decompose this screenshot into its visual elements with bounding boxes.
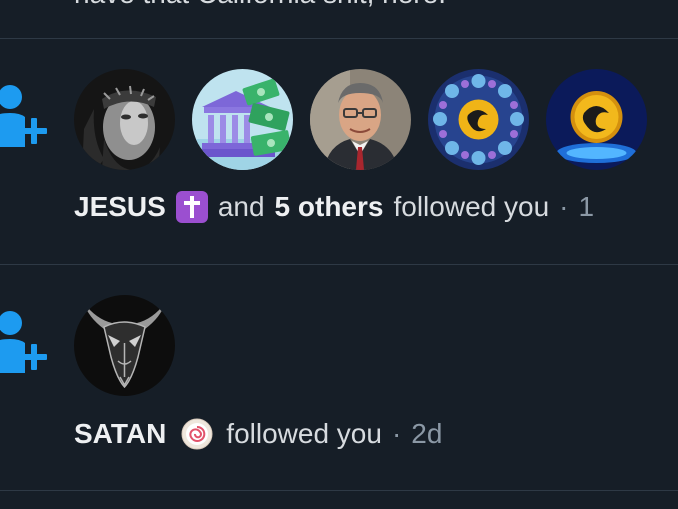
others-count[interactable]: 5 others [275,191,384,223]
separator-dot: · [391,418,402,449]
previous-post-text: have that California shit, here. [74,0,446,10]
actor-name[interactable]: SATAN [74,418,166,450]
notification-text: SATAN followed you · 2d [74,417,442,451]
man-in-suit-avatar[interactable] [310,69,411,170]
divider [0,490,678,491]
follow-notification-jesus[interactable]: JESUS and 5 others followed you · 1 [0,39,678,264]
crypto-coin-avatar[interactable] [546,69,647,170]
action-text: followed you [393,191,550,222]
follow-person-plus-icon [0,85,47,147]
goat-skull-avatar[interactable] [74,295,175,396]
crypto-coin-ring-avatar[interactable] [428,69,529,170]
actor-name[interactable]: JESUS [74,191,166,223]
notification-text: JESUS and 5 others followed you · 1 [74,191,594,223]
spiral-emoji-icon [181,418,213,450]
jesus-avatar[interactable] [74,69,175,170]
cross-emoji-icon [175,191,208,223]
follow-person-plus-icon [0,311,47,373]
timestamp: 1 [578,191,595,222]
action-text: followed you [226,418,382,449]
avatar-row [74,69,647,170]
notifications-timeline: have that California shit, here. [0,0,678,509]
follow-notification-satan[interactable]: SATAN followed you · 2d [0,265,678,490]
separator-dot: · [559,191,569,222]
connector-text: and [217,191,265,222]
money-bank-avatar[interactable] [192,69,293,170]
avatar-row [74,295,175,396]
timestamp: 2d [411,418,443,449]
